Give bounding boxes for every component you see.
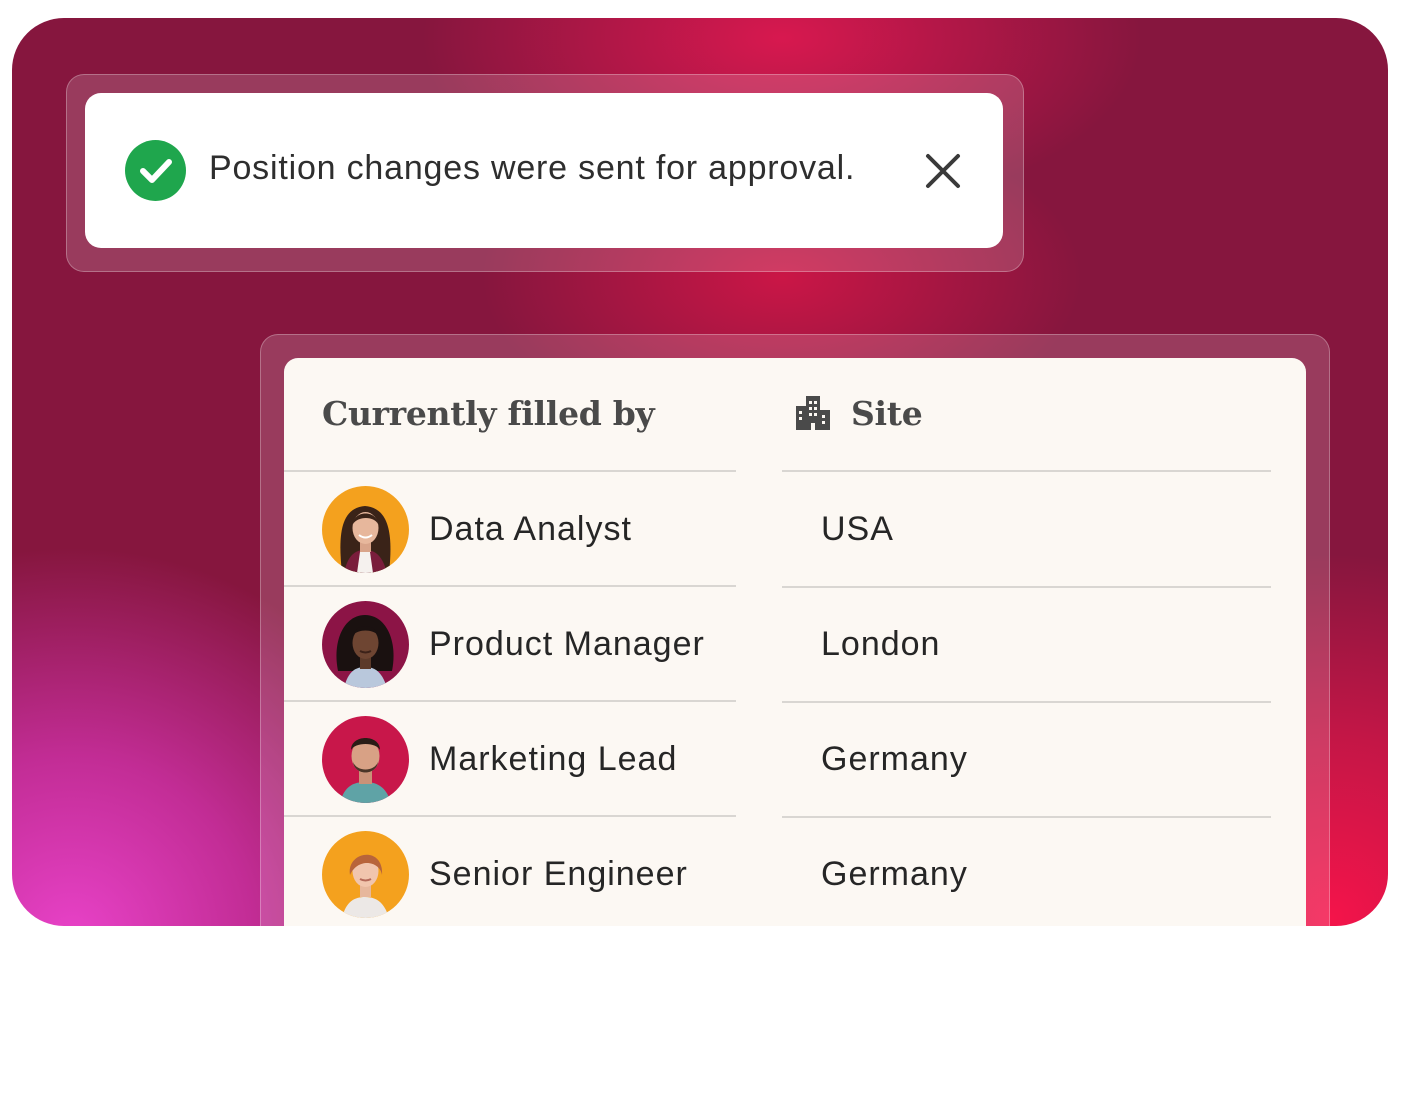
table-row[interactable]: Product Manager London [284,587,1306,702]
column-header-filled-by: Currently filled by [322,394,655,433]
site-value: Germany [821,740,968,778]
building-icon [794,394,832,432]
table-row[interactable]: Marketing Lead Germany [284,702,1306,817]
avatar [322,486,409,573]
avatar [322,601,409,688]
site-value: Germany [821,855,968,893]
site-value: London [821,625,941,663]
table-row[interactable]: Data Analyst USA [284,472,1306,587]
role-name: Marketing Lead [429,740,678,778]
avatar [322,831,409,918]
site-value: USA [821,510,894,548]
positions-table: Currently filled by Site Data Analyst US… [284,358,1306,926]
role-name: Data Analyst [429,510,632,548]
role-name: Senior Engineer [429,855,688,893]
avatar [322,716,409,803]
role-name: Product Manager [429,625,705,663]
column-header-site: Site [851,394,923,433]
card-clip: Currently filled by Site Data Analyst US… [0,0,1406,926]
page: Position changes were sent for approval.… [0,0,1406,1120]
table-row[interactable]: Senior Engineer Germany [284,817,1306,926]
